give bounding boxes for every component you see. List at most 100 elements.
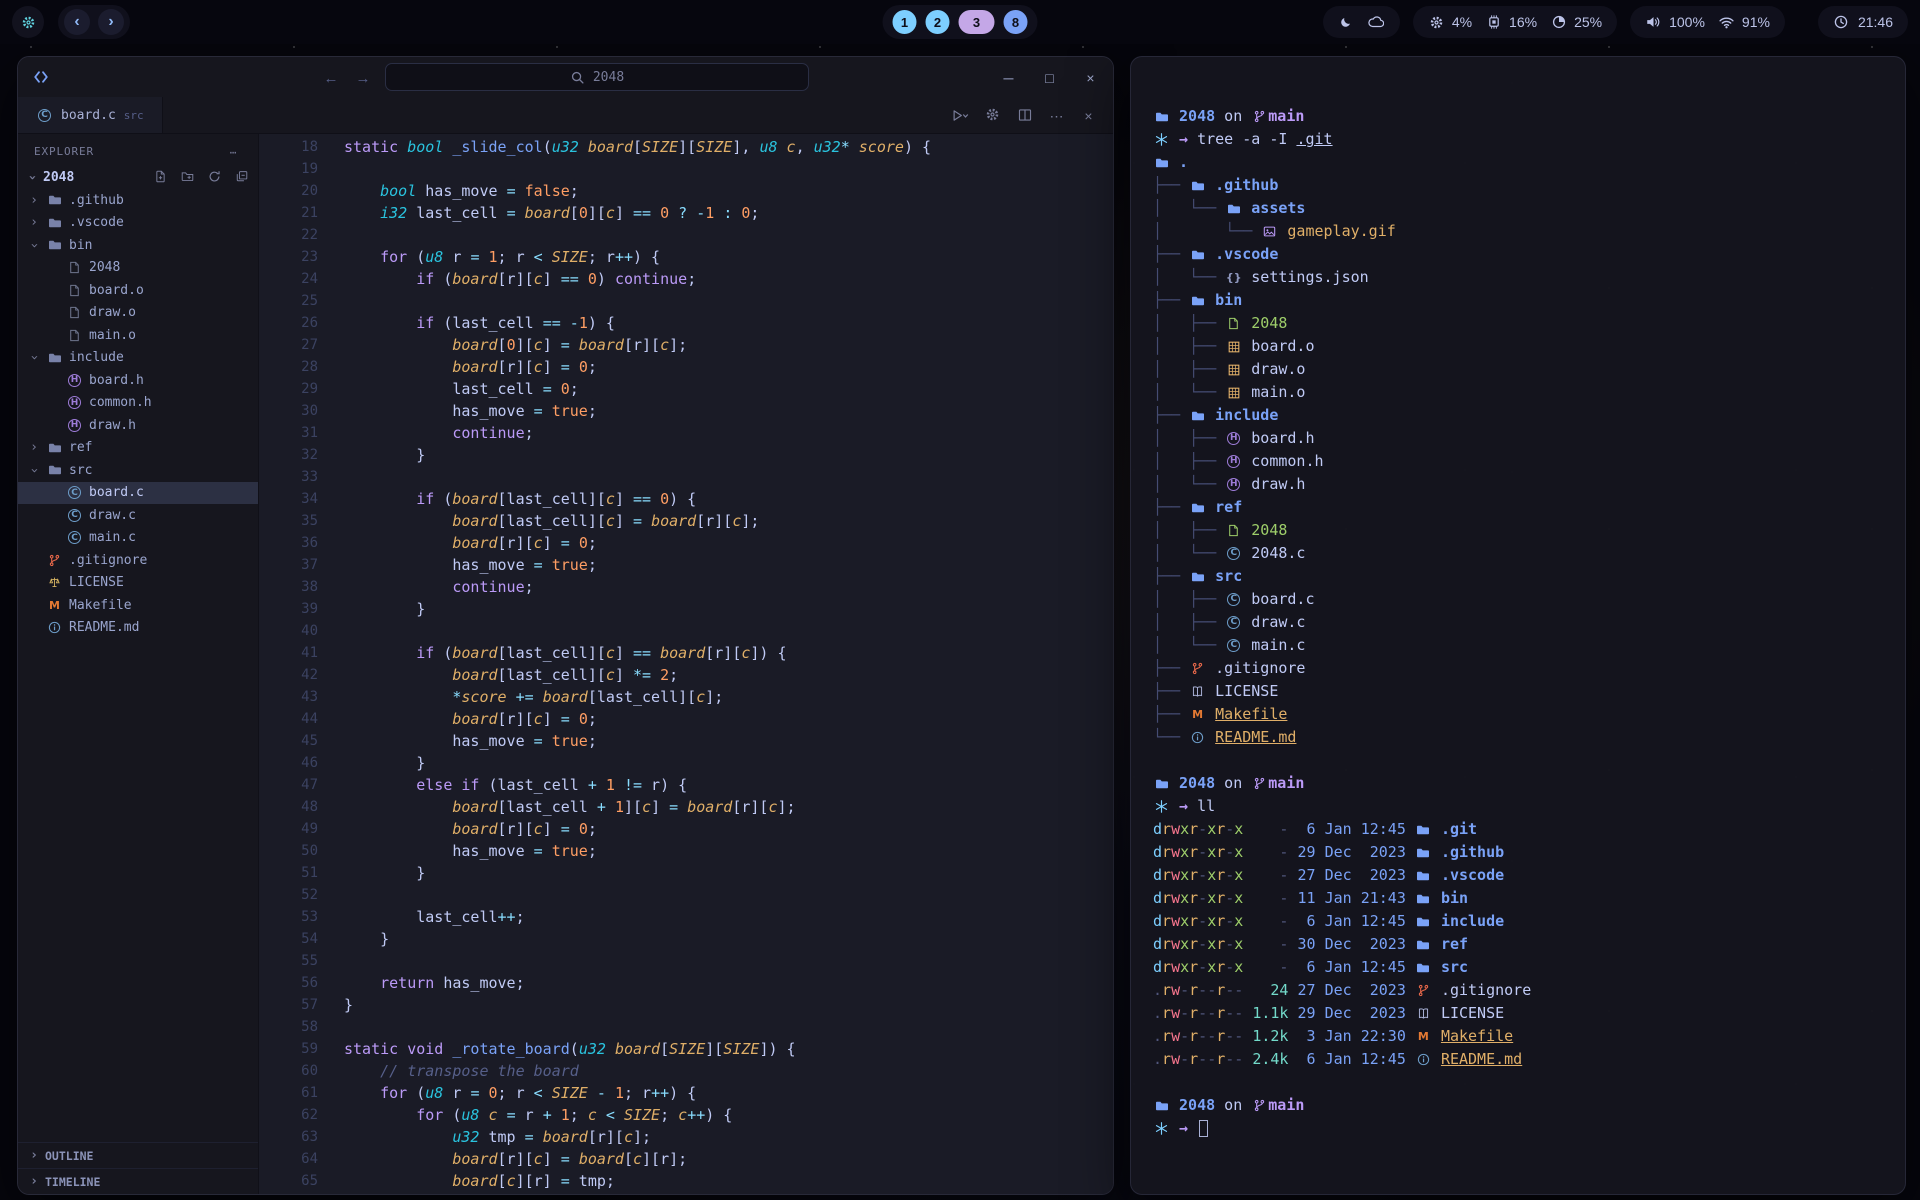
nav-next-button[interactable]: ›: [98, 9, 124, 35]
tree-item-ref[interactable]: ›ref: [18, 437, 258, 460]
code-line[interactable]: 19: [259, 158, 1113, 180]
code-line[interactable]: 35 board[last_cell][c] = board[r][c];: [259, 510, 1113, 532]
code-line[interactable]: 53 last_cell++;: [259, 906, 1113, 928]
code-line[interactable]: 54 }: [259, 928, 1113, 950]
code-line[interactable]: 40: [259, 620, 1113, 642]
tree-item-board.c[interactable]: Cboard.c: [18, 482, 258, 505]
code-line[interactable]: 36 board[r][c] = 0;: [259, 532, 1113, 554]
code-line[interactable]: 43 *score += board[last_cell][c];: [259, 686, 1113, 708]
tree-item-.gitignore[interactable]: .gitignore: [18, 549, 258, 572]
code-line[interactable]: 29 last_cell = 0;: [259, 378, 1113, 400]
command-line[interactable]: →: [1153, 1117, 1883, 1140]
code-line[interactable]: 59static void _rotate_board(u32 board[SI…: [259, 1038, 1113, 1060]
code-line[interactable]: 47 else if (last_cell + 1 != r) {: [259, 774, 1113, 796]
section-outline[interactable]: ›OUTLINE: [18, 1142, 258, 1168]
close-button[interactable]: ×: [1080, 106, 1097, 124]
arrow-right-button[interactable]: →: [355, 68, 372, 87]
more-button[interactable]: ⋯: [1048, 106, 1065, 125]
tree-item-board.o[interactable]: board.o: [18, 279, 258, 302]
tree-item-board.h[interactable]: Hboard.h: [18, 369, 258, 392]
code-line[interactable]: 62 for (u8 c = r + 1; c < SIZE; c++) {: [259, 1104, 1113, 1126]
tree-item-.github[interactable]: ›.github: [18, 189, 258, 212]
code-line[interactable]: 60 // transpose the board: [259, 1060, 1113, 1082]
tree-item-Makefile[interactable]: MMakefile: [18, 594, 258, 617]
editor-titlebar[interactable]: ← → 2048 ─ □ ×: [18, 57, 1113, 97]
code-line[interactable]: 30 has_move = true;: [259, 400, 1113, 422]
arrow-left-button[interactable]: ←: [323, 68, 340, 87]
tree-item-2048[interactable]: 2048: [18, 257, 258, 280]
weather-widget[interactable]: [1323, 6, 1400, 38]
volume-indicator[interactable]: 100%: [1645, 14, 1705, 30]
explorer-menu-button[interactable]: ⋯: [225, 144, 242, 159]
code-line[interactable]: 27 board[0][c] = board[r][c];: [259, 334, 1113, 356]
collapse-all-button[interactable]: [233, 170, 250, 185]
code-line[interactable]: 52: [259, 884, 1113, 906]
tree-item-draw.o[interactable]: draw.o: [18, 302, 258, 325]
project-root-folder[interactable]: › 2048: [18, 167, 258, 189]
code-line[interactable]: 37 has_move = true;: [259, 554, 1113, 576]
minimize-button[interactable]: ─: [1000, 68, 1017, 86]
clock-widget[interactable]: 21:46: [1818, 6, 1908, 38]
code-line[interactable]: 58: [259, 1016, 1113, 1038]
code-line[interactable]: 55: [259, 950, 1113, 972]
terminal-window[interactable]: 2048 on main → tree -a -I .git .├── .git…: [1130, 56, 1906, 1195]
section-timeline[interactable]: ›TIMELINE: [18, 1168, 258, 1194]
code-line[interactable]: 48 board[last_cell + 1][c] = board[r][c]…: [259, 796, 1113, 818]
workspace-8[interactable]: 8: [1004, 10, 1028, 34]
code-line[interactable]: 63 u32 tmp = board[r][c];: [259, 1126, 1113, 1148]
close-button[interactable]: ×: [1082, 68, 1099, 86]
code-line[interactable]: 23 for (u8 r = 1; r < SIZE; r++) {: [259, 246, 1113, 268]
new-file-button[interactable]: [152, 170, 169, 185]
tree-item-main.c[interactable]: Cmain.c: [18, 527, 258, 550]
workspace-1[interactable]: 1: [893, 10, 917, 34]
new-folder-button[interactable]: [179, 170, 196, 185]
tree-item-README.md[interactable]: README.md: [18, 617, 258, 640]
code-line[interactable]: 18static bool _slide_col(u32 board[SIZE]…: [259, 136, 1113, 158]
code-line[interactable]: 21 i32 last_cell = board[0][c] == 0 ? -1…: [259, 202, 1113, 224]
code-line[interactable]: 34 if (board[last_cell][c] == 0) {: [259, 488, 1113, 510]
code-line[interactable]: 24 if (board[r][c] == 0) continue;: [259, 268, 1113, 290]
run-button[interactable]: [952, 107, 969, 123]
code-line[interactable]: 65 board[c][r] = tmp;: [259, 1170, 1113, 1192]
tree-item-draw.h[interactable]: Hdraw.h: [18, 414, 258, 437]
code-line[interactable]: 42 board[last_cell][c] *= 2;: [259, 664, 1113, 686]
tree-item-LICENSE[interactable]: LICENSE: [18, 572, 258, 595]
code-line[interactable]: 46 }: [259, 752, 1113, 774]
code-line[interactable]: 64 board[r][c] = board[c][r];: [259, 1148, 1113, 1170]
tree-item-bin[interactable]: ›bin: [18, 234, 258, 257]
stat-cpu[interactable]: 4%: [1428, 14, 1472, 30]
code-editor[interactable]: 18static bool _slide_col(u32 board[SIZE]…: [259, 134, 1113, 1194]
tree-item-draw.c[interactable]: Cdraw.c: [18, 504, 258, 527]
maximize-button[interactable]: □: [1041, 68, 1058, 86]
wifi-indicator[interactable]: 91%: [1718, 14, 1770, 30]
workspace-2[interactable]: 2: [926, 10, 950, 34]
code-line[interactable]: 25: [259, 290, 1113, 312]
workspace-3[interactable]: 3: [959, 10, 995, 34]
tab-board.c[interactable]: C board.c src: [18, 97, 163, 133]
stat-disk[interactable]: 25%: [1550, 14, 1602, 30]
editor-search-box[interactable]: 2048: [385, 63, 809, 91]
code-line[interactable]: 26 if (last_cell == -1) {: [259, 312, 1113, 334]
code-line[interactable]: 56 return has_move;: [259, 972, 1113, 994]
stat-memory[interactable]: 16%: [1485, 14, 1537, 30]
code-line[interactable]: 31 continue;: [259, 422, 1113, 444]
code-line[interactable]: 50 has_move = true;: [259, 840, 1113, 862]
gear-button[interactable]: [984, 107, 1001, 123]
code-line[interactable]: 22: [259, 224, 1113, 246]
code-line[interactable]: 28 board[r][c] = 0;: [259, 356, 1113, 378]
code-line[interactable]: 20 bool has_move = false;: [259, 180, 1113, 202]
nav-prev-button[interactable]: ‹: [64, 9, 90, 35]
code-line[interactable]: 41 if (board[last_cell][c] == board[r][c…: [259, 642, 1113, 664]
split-editor-button[interactable]: [1016, 107, 1033, 123]
code-line[interactable]: 33: [259, 466, 1113, 488]
tree-item-.vscode[interactable]: ›.vscode: [18, 212, 258, 235]
code-line[interactable]: 44 board[r][c] = 0;: [259, 708, 1113, 730]
code-line[interactable]: 49 board[r][c] = 0;: [259, 818, 1113, 840]
code-line[interactable]: 61 for (u8 r = 0; r < SIZE - 1; r++) {: [259, 1082, 1113, 1104]
code-line[interactable]: 51 }: [259, 862, 1113, 884]
code-line[interactable]: 38 continue;: [259, 576, 1113, 598]
code-line[interactable]: 39 }: [259, 598, 1113, 620]
launcher-button[interactable]: [12, 6, 44, 38]
code-line[interactable]: 57}: [259, 994, 1113, 1016]
tree-item-main.o[interactable]: main.o: [18, 324, 258, 347]
